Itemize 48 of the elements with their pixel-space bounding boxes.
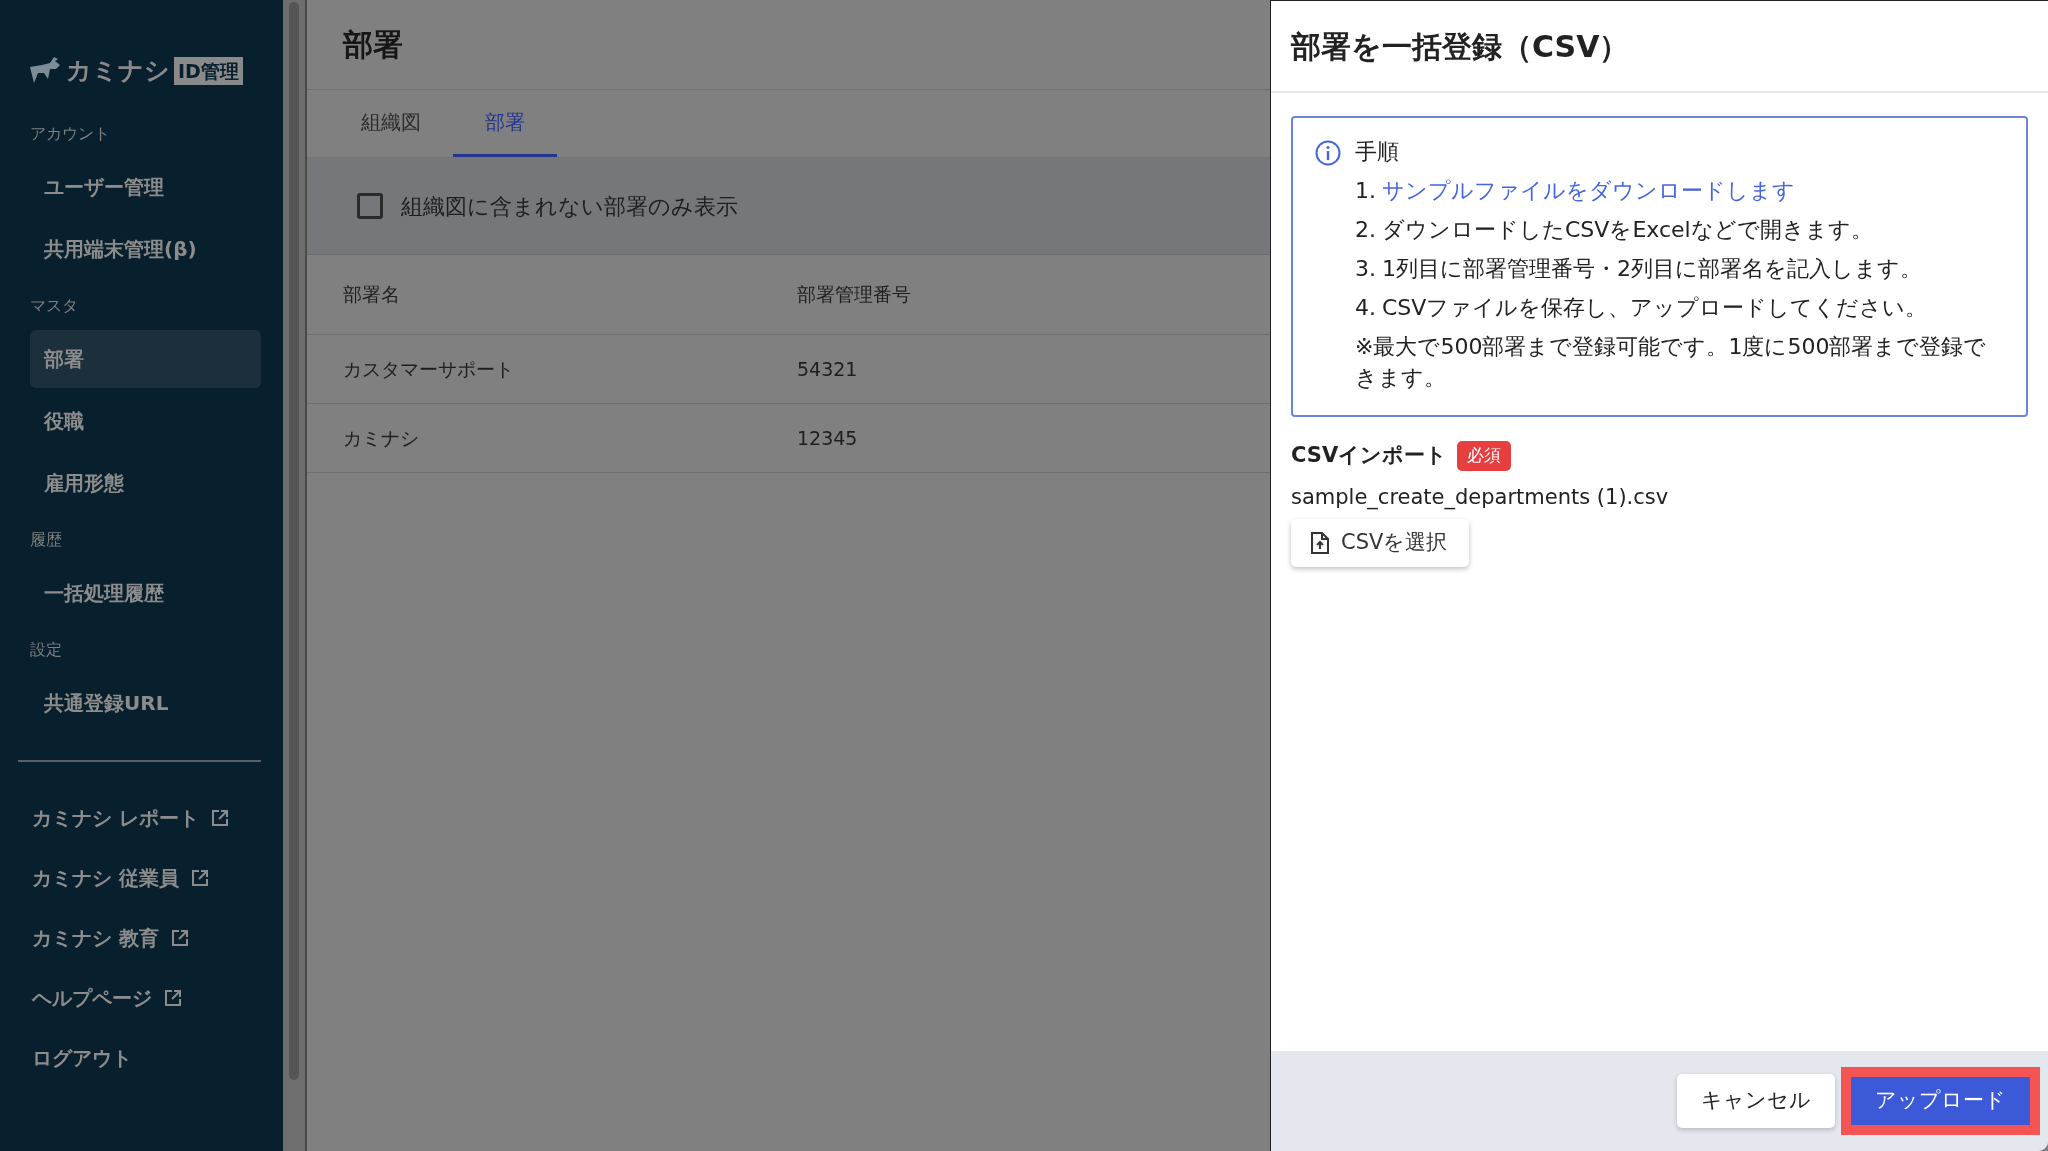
sidebar-item[interactable]: 共用端末管理(β) [30,219,261,278]
scrollbar[interactable] [283,0,305,1151]
column-header: 部署名 [342,282,401,308]
logo-text: カミナシ [66,55,170,87]
sidebar-link[interactable]: カミナシ レポート [32,802,199,833]
sidebar-item[interactable]: 部署 [30,329,261,388]
section-heading: 設定 [29,638,63,661]
file-name: sample_create_departments (1).csv [1291,483,1670,512]
tab[interactable]: 組織図 [329,90,453,157]
step-number: 4. [1355,294,1376,322]
field-label: CSVインポート [1291,442,1448,469]
required-badge: 必須 [1457,441,1512,471]
sidebar-item[interactable]: 一括処理履歴 [30,563,261,622]
logo-badge: ID管理 [174,56,243,85]
step-text: ダウンロードしたCSVをExcelなどで開きます。 [1382,216,1873,244]
step-number: 3. [1355,255,1376,283]
sidebar-link[interactable]: ログアウト [32,1042,132,1073]
info-icon [1315,140,1341,166]
scrollbar-thumb[interactable] [289,2,299,1080]
sidebar-link[interactable]: カミナシ 従業員 [32,862,179,893]
step-number: 1. [1355,177,1376,205]
checkbox[interactable] [357,193,383,219]
info-heading: 手順 [1355,138,1400,166]
dialog-title: 部署を一括登録（CSV） [1271,1,2048,93]
note-text: ※最大で500部署まで登録可能です。1度に500部署まで登録できます。 [1355,333,1988,392]
checkbox-label: 組織図に含まれない部署のみ表示 [401,192,738,221]
sidebar-item[interactable]: 雇用形態 [30,453,261,512]
file-upload-icon [1311,531,1329,554]
sidebar-item[interactable]: 共通登録URL [30,673,261,732]
table-cell-text: カスタマーサポート [342,356,515,382]
page-title: 部署 [307,0,1270,90]
step-text: CSVファイルを保存し、アップロードしてください。 [1382,294,1928,322]
table-cell-text: 54321 [797,356,858,382]
sample-download-link[interactable]: サンプルファイルをダウンロードします [1382,175,1795,206]
sidebar-link[interactable]: ヘルプページ [32,982,152,1013]
sidebar-link[interactable]: カミナシ 教育 [32,922,159,953]
table-cell-text: 12345 [797,425,858,451]
cancel-button[interactable]: キャンセル [1677,1074,1835,1128]
step-number: 2. [1355,216,1376,244]
step-text: 1列目に部署管理番号・2列目に部署名を記入します。 [1382,255,1922,283]
section-heading: アカウント [29,122,111,145]
sidebar-item[interactable]: 役職 [30,391,261,450]
section-heading: マスタ [29,294,79,317]
column-header: 部署管理番号 [797,282,911,308]
table-cell-text: カミナシ [342,425,420,451]
section-heading: 履歴 [29,528,63,551]
select-csv-button[interactable]: CSVを選択 [1291,519,1470,567]
sidebar-item[interactable]: ユーザー管理 [30,157,261,216]
